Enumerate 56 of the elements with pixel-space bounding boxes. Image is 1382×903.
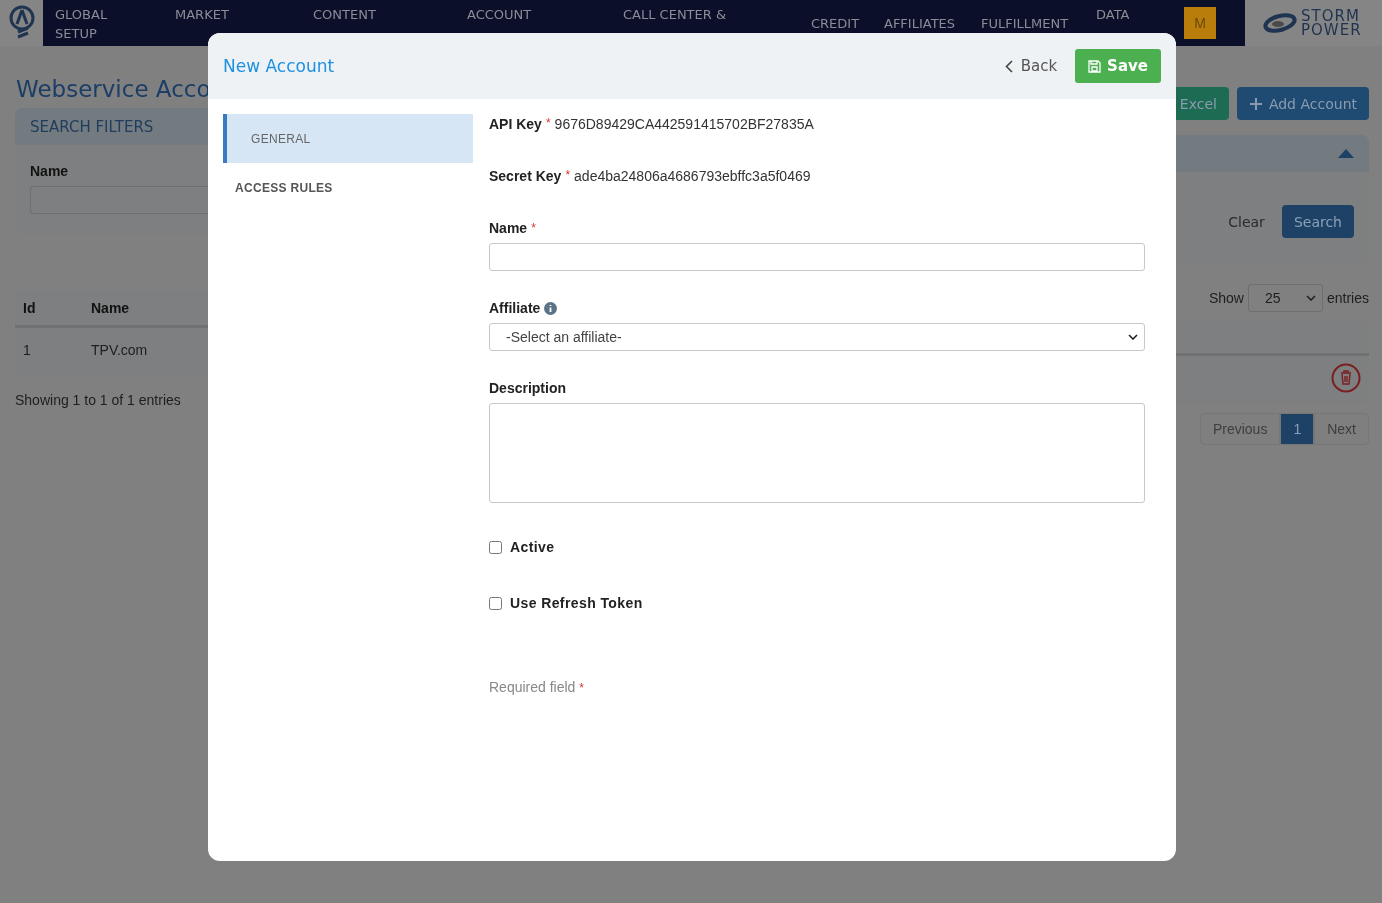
checkbox[interactable] — [489, 596, 502, 610]
swirl-icon — [1263, 12, 1297, 34]
page-title: Webservice Acco — [15, 76, 208, 104]
required-mark: * — [545, 116, 551, 130]
filter-label: Name — [30, 163, 70, 179]
collapse-caret-icon[interactable] — [1338, 149, 1354, 158]
entries-label: entries — [1326, 289, 1369, 306]
field-label: Affiliate — [489, 300, 541, 316]
chevron-down-icon — [1128, 334, 1138, 340]
side-tab[interactable]: GENERAL — [223, 114, 473, 163]
nav-item[interactable]: AFFILIATES — [884, 0, 981, 33]
nav-item[interactable]: CREDIT — [811, 0, 884, 33]
side-tab[interactable]: ACCESS RULES — [223, 163, 473, 212]
checkbox-label: Active — [510, 539, 555, 555]
nav-item[interactable]: CALL CENTER & — [623, 0, 811, 24]
affiliate-select[interactable]: -Select an affiliate- — [489, 323, 1145, 351]
clear-link[interactable]: Clear — [1228, 213, 1265, 230]
name-input-field[interactable] — [489, 243, 1145, 271]
nav-item[interactable]: ACCOUNT — [467, 0, 623, 24]
name-filter-field[interactable] — [30, 186, 208, 214]
delete-icon[interactable] — [1331, 363, 1361, 393]
field-label: Description — [489, 380, 566, 396]
add-account-button[interactable]: Add Account — [1236, 87, 1369, 120]
table-info: Showing 1 to 1 of 1 entries — [15, 392, 182, 408]
column-header: Id — [22, 300, 37, 316]
column-header: Name — [91, 300, 131, 316]
back-button[interactable]: Back — [998, 56, 1064, 76]
required-mark: * — [531, 221, 536, 235]
brand-logo: STORM POWER — [1301, 9, 1362, 37]
nav-item[interactable]: FULFILLMENT — [981, 0, 1096, 33]
nav-item[interactable]: GLOBAL SETUP — [55, 0, 175, 43]
search-button[interactable]: Search — [1281, 205, 1354, 238]
plus-icon — [1248, 96, 1263, 111]
info-icon[interactable] — [544, 301, 558, 315]
key-value: ade4ba24806a4686793ebffc3a5f0469 — [574, 168, 811, 184]
nav-item[interactable]: CONTENT — [313, 0, 467, 24]
show-label: Show — [1208, 289, 1244, 306]
chevron-down-icon — [1305, 294, 1316, 301]
field-label: API Key — [489, 116, 542, 132]
table-cell-text: 1 — [22, 342, 32, 358]
checkbox[interactable] — [489, 540, 502, 554]
filter-title: SEARCH FILTERS — [30, 117, 154, 136]
pagination-button[interactable]: 1 — [1280, 413, 1315, 445]
required-note: Required field * — [489, 679, 585, 695]
field-label: Name — [489, 220, 528, 236]
table-cell-text: TPV.com — [91, 342, 149, 358]
key-value: 9676D89429CA442591415702BF27835A — [554, 116, 814, 132]
nav-item[interactable]: DATA — [1096, 0, 1176, 24]
checkbox-label: Use Refresh Token — [510, 595, 643, 611]
chevron-left-icon — [1004, 59, 1013, 73]
nav-item[interactable]: MARKET — [175, 0, 313, 24]
required-mark: * — [565, 168, 571, 182]
page-size-select[interactable]: 25 — [1247, 283, 1323, 312]
field-label: Secret Key — [489, 168, 562, 184]
modal-title: New Account — [223, 56, 335, 76]
description-field[interactable] — [489, 403, 1145, 503]
